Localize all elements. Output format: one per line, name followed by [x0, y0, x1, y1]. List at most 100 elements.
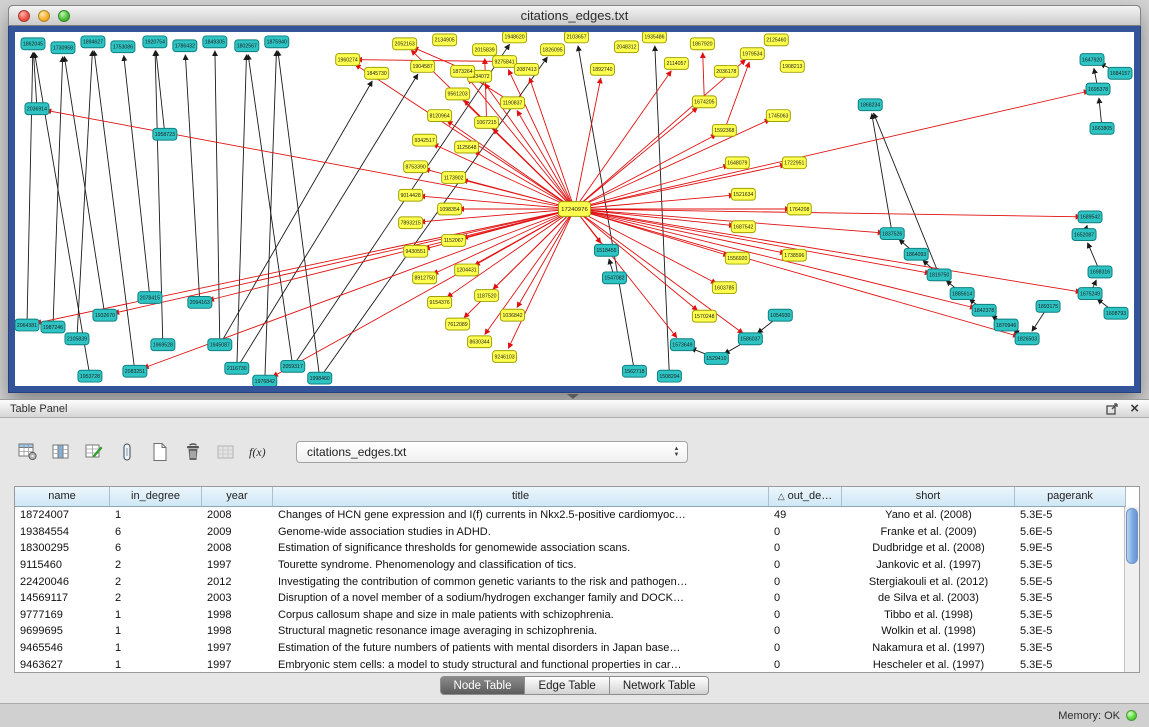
graph-node[interactable]: 1945087 — [208, 339, 232, 351]
graph-node[interactable]: 1098354 — [438, 203, 462, 215]
edit-table-icon[interactable] — [82, 440, 106, 464]
graph-node[interactable]: 1987246 — [41, 321, 65, 333]
graph-node[interactable]: 1562718 — [622, 365, 646, 377]
graph-node[interactable]: 1979534 — [740, 48, 764, 60]
graph-node[interactable]: 2048312 — [614, 41, 638, 53]
graph-node[interactable]: 1932670 — [93, 309, 117, 321]
table-row[interactable]: 1830029562008Estimation of significance … — [15, 540, 1124, 557]
graph-node[interactable]: 1786432 — [173, 40, 197, 52]
graph-node[interactable]: 2052163 — [393, 38, 417, 50]
graph-node[interactable]: 1722951 — [782, 157, 806, 169]
graph-node[interactable]: 1652087 — [1072, 229, 1096, 241]
graph-node[interactable]: 1036842 — [501, 309, 525, 321]
table-scrollbar-thumb[interactable] — [1126, 508, 1138, 564]
graph-node[interactable]: 1695378 — [1086, 83, 1110, 95]
merge-tables-icon[interactable] — [115, 440, 139, 464]
graph-node[interactable]: 1521634 — [731, 188, 755, 200]
graph-node[interactable]: 2116730 — [225, 362, 249, 374]
graph-node[interactable]: 1738596 — [782, 249, 806, 261]
graph-node[interactable]: 1862045 — [21, 38, 45, 50]
close-panel-icon[interactable]: × — [1130, 401, 1139, 416]
graph-node[interactable]: 1674205 — [692, 96, 716, 108]
graph-node[interactable]: 7612089 — [446, 318, 470, 330]
graph-node[interactable]: 9430551 — [404, 245, 428, 257]
graph-node[interactable]: 1592368 — [712, 124, 736, 136]
tab-edge-table[interactable]: Edge Table — [525, 676, 609, 695]
graph-node[interactable]: 8630344 — [468, 336, 492, 348]
column-header-year[interactable]: year — [202, 487, 273, 507]
delete-table-icon[interactable] — [181, 440, 205, 464]
graph-node[interactable]: 1892740 — [590, 63, 614, 75]
minimize-window-button[interactable] — [38, 10, 50, 22]
graph-node[interactable]: 1204431 — [455, 264, 479, 276]
window-titlebar[interactable]: citations_edges.txt — [8, 5, 1141, 26]
graph-node[interactable]: 1845730 — [365, 67, 389, 79]
select-columns-icon[interactable] — [49, 440, 73, 464]
graph-node[interactable]: 1187520 — [475, 290, 499, 302]
close-window-button[interactable] — [18, 10, 30, 22]
graph-node[interactable]: 1998460 — [308, 372, 332, 384]
column-header-out_de[interactable]: △out_de… — [769, 487, 842, 507]
graph-node[interactable]: 1547082 — [602, 272, 626, 284]
graph-node[interactable]: 2103657 — [565, 32, 589, 43]
graph-node[interactable]: 2083251 — [123, 365, 147, 377]
graph-node[interactable]: 1663805 — [1090, 122, 1114, 134]
graph-node[interactable]: 1873264 — [451, 65, 475, 77]
graph-node[interactable]: 2064381 — [15, 319, 39, 331]
graph-node[interactable]: 1573649 — [670, 339, 694, 351]
graph-node[interactable]: 9561203 — [446, 88, 470, 100]
graph-node[interactable]: 1603785 — [712, 282, 736, 294]
column-header-title[interactable]: title — [273, 487, 769, 507]
table-row[interactable]: 969969511998Structural magnetic resonanc… — [15, 623, 1124, 640]
graph-node[interactable]: 1586037 — [738, 333, 762, 345]
graph-node[interactable]: 2094163 — [188, 297, 212, 309]
column-header-short[interactable]: short — [842, 487, 1015, 507]
graph-node[interactable]: 2105839 — [65, 333, 89, 345]
graph-node[interactable]: 1730958 — [51, 42, 75, 54]
graph-node[interactable]: 1870946 — [994, 319, 1018, 331]
network-canvas[interactable]: 1724097692461038630344761208991543768912… — [15, 32, 1134, 386]
graph-node[interactable]: 1948620 — [503, 32, 527, 43]
graph-node[interactable]: 1935486 — [642, 32, 666, 43]
graph-node[interactable]: 1152067 — [442, 235, 466, 247]
column-header-in_degree[interactable]: in_degree — [110, 487, 202, 507]
graph-node[interactable]: 1125648 — [455, 141, 479, 153]
graph-node[interactable]: 1885614 — [950, 288, 974, 300]
graph-node[interactable]: 9154376 — [428, 297, 452, 309]
graph-node[interactable]: 9246103 — [493, 351, 517, 363]
graph-node[interactable]: 1958723 — [153, 128, 177, 140]
graph-node[interactable]: 9014428 — [399, 189, 423, 201]
table-source-dropdown[interactable]: citations_edges.txt ▲▼ — [296, 441, 688, 463]
graph-node[interactable]: 1687542 — [731, 221, 755, 233]
graph-node[interactable]: 1842378 — [972, 304, 996, 316]
graph-node[interactable]: 8912750 — [413, 272, 437, 284]
graph-node[interactable]: 2078415 — [138, 292, 162, 304]
column-header-pagerank[interactable]: pagerank — [1015, 487, 1126, 507]
graph-node[interactable]: 1764208 — [787, 203, 811, 215]
graph-node[interactable]: 9275841 — [493, 56, 517, 68]
graph-node[interactable]: 1508294 — [657, 370, 681, 382]
graph-node[interactable]: 1920754 — [143, 36, 167, 48]
table-scrollbar[interactable] — [1124, 507, 1139, 672]
graph-node[interactable]: 1647920 — [1080, 54, 1104, 66]
graph-node[interactable]: 1893175 — [1036, 300, 1060, 312]
import-table-icon[interactable] — [214, 440, 238, 464]
column-header-name[interactable]: name — [15, 487, 110, 507]
graph-node[interactable]: 1976842 — [253, 375, 277, 386]
graph-node[interactable]: 2036914 — [25, 103, 49, 115]
graph-node[interactable]: 8120964 — [428, 110, 452, 122]
graph-node[interactable]: 1868234 — [858, 99, 882, 111]
graph-node[interactable]: 1953728 — [78, 370, 102, 382]
graph-node[interactable]: 1675249 — [1078, 288, 1102, 300]
graph-node[interactable]: 1875940 — [265, 36, 289, 48]
table-row[interactable]: 2242004622012Investigating the contribut… — [15, 573, 1124, 590]
graph-node[interactable]: 2087413 — [515, 63, 539, 75]
graph-node[interactable]: 1826503 — [1015, 333, 1039, 345]
graph-node[interactable]: 9342517 — [413, 134, 437, 146]
graph-node[interactable]: 1190837 — [501, 97, 525, 109]
graph-node[interactable]: 1054930 — [768, 309, 792, 321]
graph-node[interactable]: 2125460 — [764, 34, 788, 46]
graph-node[interactable]: 2015839 — [473, 44, 497, 56]
graph-node[interactable]: 2036178 — [714, 65, 738, 77]
tab-node-table[interactable]: Node Table — [440, 676, 526, 695]
